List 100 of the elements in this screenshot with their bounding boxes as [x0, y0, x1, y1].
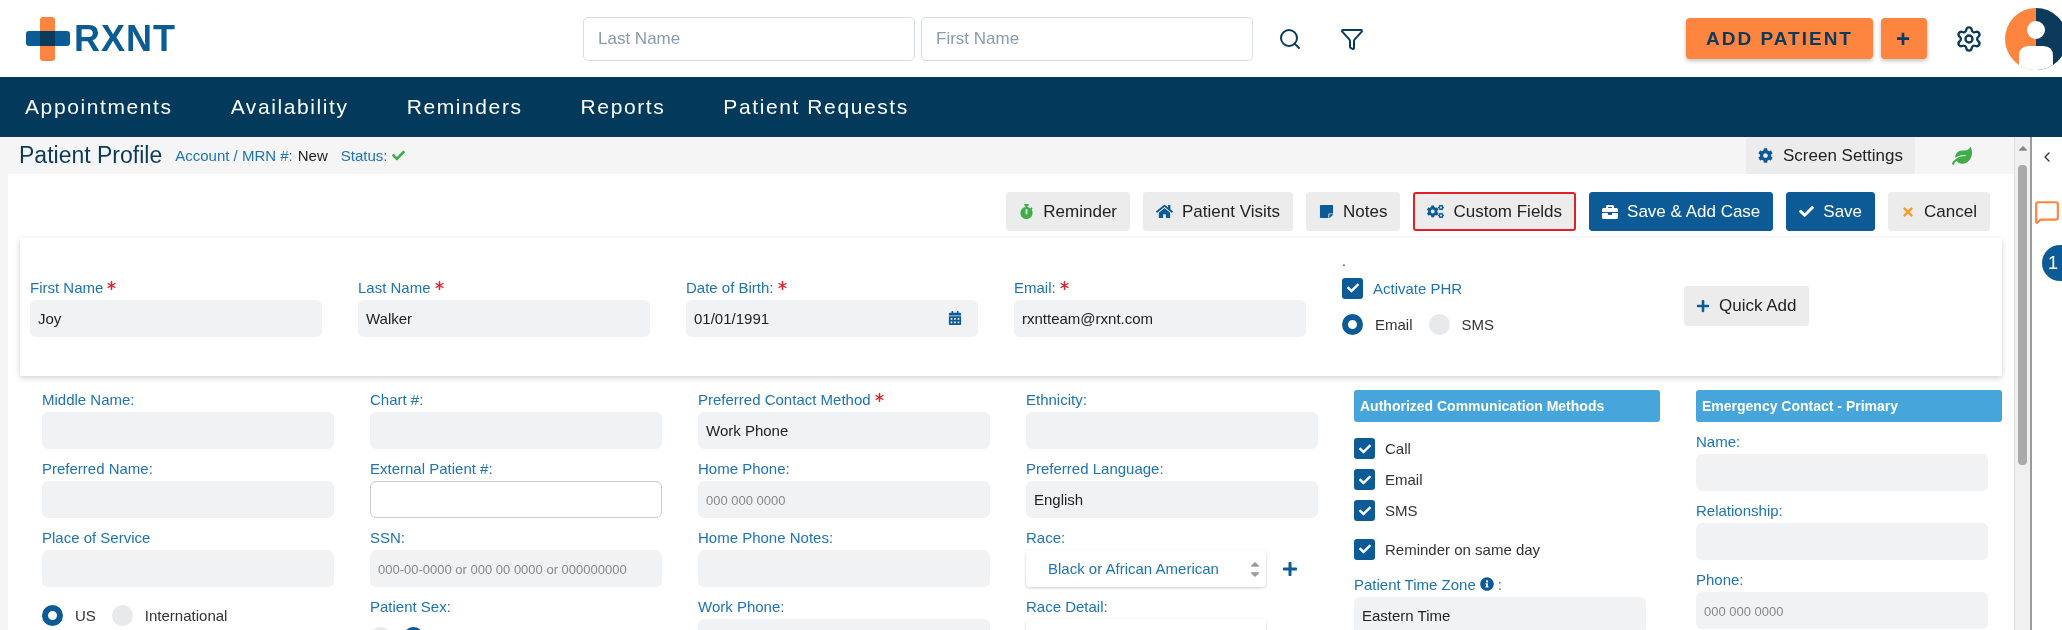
checkbox[interactable]	[1342, 277, 1363, 299]
account-label: Account / MRN #:	[175, 147, 293, 164]
plus-icon	[1696, 299, 1710, 313]
required-icon	[107, 280, 117, 290]
field-label: Patient Sex:	[370, 597, 451, 615]
nav-item[interactable]: Availability	[230, 95, 349, 119]
list-option[interactable]: Black or African American	[1048, 560, 1219, 577]
radio-label: SMS	[1461, 316, 1495, 333]
text-field[interactable]: Work Phone	[698, 412, 990, 449]
check-icon	[1346, 282, 1359, 294]
text-field[interactable]	[370, 481, 662, 518]
toolbar-button[interactable]: Custom Fields	[1413, 192, 1577, 231]
date-field[interactable]: 01/01/1991	[686, 300, 978, 337]
text-field[interactable]: Walker	[358, 300, 650, 337]
field-label: Name:	[1696, 432, 1741, 450]
checkbox[interactable]	[1354, 438, 1375, 459]
check-icon	[1358, 504, 1371, 517]
field-label: Preferred Contact Method	[698, 390, 871, 408]
field-label: Middle Name:	[42, 390, 135, 408]
field-label: Date of Birth:	[686, 278, 774, 296]
field-label: Chart #:	[370, 390, 424, 408]
chat-icon[interactable]	[2034, 199, 2060, 225]
status-label: Status:	[340, 147, 388, 164]
required-icon	[874, 392, 884, 402]
check-icon	[1358, 473, 1371, 486]
toolbar-button[interactable]: Reminder	[1006, 192, 1131, 231]
stopwatch-icon	[1019, 204, 1035, 219]
check-icon	[1358, 442, 1371, 455]
nav-item[interactable]: Reports	[580, 95, 666, 119]
leaf-icon	[1952, 145, 1972, 166]
logo-text: RXNT	[74, 17, 176, 60]
dot-text: .	[1342, 256, 1347, 270]
text-field[interactable]: English	[1026, 481, 1318, 518]
field-label: Preferred Name:	[42, 459, 153, 477]
text-field[interactable]: 000 000 0000	[698, 481, 990, 518]
text-field[interactable]: Joy	[30, 300, 322, 337]
gears-icon	[1427, 203, 1445, 220]
check-icon	[1799, 204, 1815, 219]
search-button[interactable]	[1278, 26, 1302, 51]
screen-settings-button[interactable]: Screen Settings	[1746, 137, 1915, 174]
toolbar-button[interactable]: Save	[1786, 192, 1876, 231]
settings-button[interactable]	[1955, 24, 1983, 53]
search-field[interactable]: First Name	[921, 16, 1253, 61]
calendar-icon[interactable]	[948, 311, 962, 325]
label-colon: :	[1497, 575, 1502, 593]
radio-button[interactable]	[42, 605, 63, 626]
nav-item[interactable]: Patient Requests	[723, 95, 909, 119]
add-patient-button[interactable]: ADD PATIENT	[1686, 18, 1873, 59]
plus-icon[interactable]	[1282, 560, 1298, 577]
radio-label: US	[75, 607, 96, 624]
radio-label: International	[144, 607, 228, 624]
checkbox[interactable]	[1354, 500, 1375, 521]
toolbar-button[interactable]: Notes	[1306, 192, 1401, 231]
text-field[interactable]: 000 000 0000	[1696, 592, 1988, 629]
field-label: Home Phone:	[698, 459, 790, 477]
nav-item[interactable]: Reminders	[406, 95, 523, 119]
text-field[interactable]: Eastern Time	[1354, 597, 1646, 630]
field-label: Preferred Language:	[1026, 459, 1164, 477]
settings-icon	[1758, 148, 1773, 163]
quick-add-button[interactable]: Quick Add	[1684, 286, 1809, 326]
filter-button[interactable]	[1340, 26, 1364, 51]
select-list[interactable]: Black or African American	[1026, 550, 1266, 587]
field-label: External Patient #:	[370, 459, 493, 477]
text-field[interactable]: 000-00-0000 or 000 00 0000 or 000000000	[370, 550, 662, 587]
field-label: Home Phone Notes:	[698, 528, 834, 546]
toolbar-button[interactable]: Cancel	[1888, 192, 1990, 231]
panel-header: Emergency Contact - Primary	[1696, 390, 2002, 422]
briefcase-icon	[1602, 203, 1619, 220]
add-button[interactable]: +	[1881, 18, 1927, 59]
text-field[interactable]: rxntteam@rxnt.com	[1014, 300, 1306, 337]
field-label: First Name	[30, 278, 104, 296]
account-value: New	[297, 147, 328, 164]
panel-header: Authorized Communication Methods	[1354, 390, 1660, 422]
radio-label: Email	[1375, 316, 1413, 333]
nav-item[interactable]: Appointments	[25, 95, 173, 119]
field-label: Race:	[1026, 528, 1066, 546]
search-field[interactable]: Last Name	[583, 16, 915, 61]
toolbar-button[interactable]: Patient Visits	[1143, 192, 1293, 231]
required-icon	[434, 280, 444, 290]
checkbox[interactable]	[1354, 469, 1375, 490]
field-label: Email:	[1014, 278, 1056, 296]
toolbar-button[interactable]: Save & Add Case	[1589, 192, 1774, 231]
house-icon	[1156, 203, 1174, 220]
checkbox-label: SMS	[1385, 502, 1418, 519]
field-label: Relationship:	[1696, 501, 1783, 519]
logo-icon	[26, 16, 70, 61]
field-label: Work Phone:	[698, 597, 785, 615]
scrollbar-thumb[interactable]	[2018, 165, 2027, 465]
check-icon	[1358, 543, 1371, 555]
field-label: Race Detail:	[1026, 597, 1108, 615]
note-icon	[1319, 204, 1334, 219]
radio-button[interactable]	[1342, 314, 1363, 335]
field-label: Phone:	[1696, 570, 1744, 588]
checkbox[interactable]	[1354, 538, 1375, 560]
checkbox-label: Reminder on same day	[1385, 540, 1541, 558]
field-label: Place of Service	[42, 528, 151, 546]
field-label: Last Name	[358, 278, 431, 296]
checkbox-label: Email	[1385, 471, 1423, 488]
checkbox-label: Activate PHR	[1373, 279, 1463, 297]
required-icon	[1059, 280, 1069, 290]
